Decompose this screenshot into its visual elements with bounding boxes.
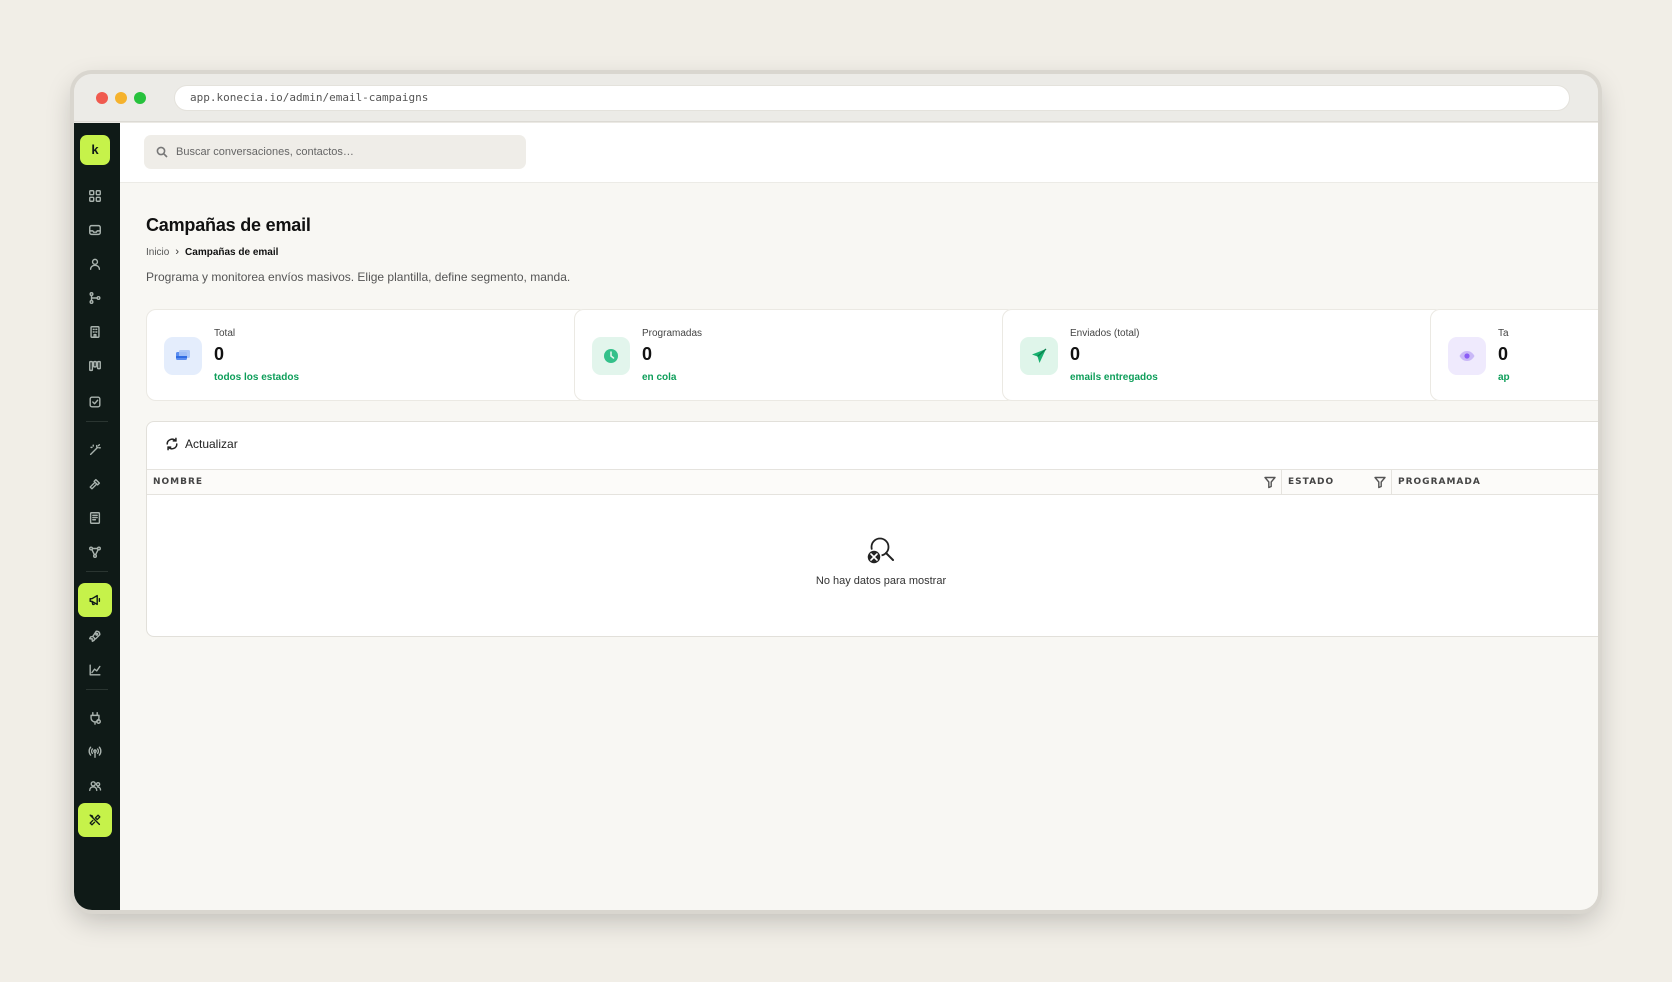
stat-card-total: Total 0 todos los estados [146,309,588,401]
refresh-icon [166,437,178,451]
check-square-icon[interactable] [80,387,110,417]
stat-sub: en cola [642,372,677,383]
campaign-icon [164,337,202,375]
stat-label: Enviados (total) [1070,328,1140,339]
column-header-nombre[interactable]: NOMBRE [153,470,203,494]
megaphone-icon[interactable] [78,583,112,617]
branch-icon[interactable] [80,283,110,313]
filter-icon[interactable] [1263,475,1277,489]
grid-icon[interactable] [80,181,110,211]
rocket-icon[interactable] [80,621,110,651]
users-icon[interactable] [80,771,110,801]
stat-label: Programadas [642,328,703,339]
close-window-button[interactable] [96,92,108,104]
browser-window: app.konecia.io/admin/email-campaigns k B… [74,74,1598,910]
campaigns-table: Actualizar NOMBRE ESTADO PROGRAMADA No h… [146,421,1598,637]
stat-value: 0 [642,344,653,364]
network-icon[interactable] [80,537,110,567]
app-shell: k Buscar conversaciones, contactos… Camp… [74,123,1598,910]
building-icon[interactable] [80,317,110,347]
breadcrumb-current: Campañas de email [185,246,279,258]
stats-cards: Total 0 todos los estados Programadas 0 … [146,309,1598,401]
page-title: Campañas de email [146,215,311,235]
column-header-programada[interactable]: PROGRAMADA [1398,470,1481,494]
app-logo[interactable]: k [80,135,110,165]
broadcast-icon[interactable] [80,737,110,767]
stat-card-programadas: Programadas 0 en cola [574,309,1016,401]
main-content: Campañas de email Inicio › Campañas de e… [146,183,1598,910]
stat-card-tasa: Ta 0 ap [1430,309,1598,401]
stat-label: Ta [1498,328,1509,339]
browser-titlebar: app.konecia.io/admin/email-campaigns [74,74,1598,122]
book-icon[interactable] [80,503,110,533]
eye-icon [1448,337,1486,375]
hammer-icon[interactable] [80,469,110,499]
magic-wand-icon[interactable] [80,435,110,465]
breadcrumb-home[interactable]: Inicio [146,247,169,258]
search-icon [156,146,168,158]
line-chart-icon[interactable] [80,655,110,685]
sidebar: k [74,123,120,910]
table-header: NOMBRE ESTADO PROGRAMADA [147,469,1598,495]
inbox-icon[interactable] [80,215,110,245]
stat-card-enviados: Enviados (total) 0 emails entregados [1002,309,1444,401]
stat-sub: emails entregados [1070,372,1158,383]
refresh-label: Actualizar [185,437,238,451]
sidebar-divider [86,571,108,572]
send-icon [1020,337,1058,375]
stat-value: 0 [214,344,225,364]
sidebar-divider [86,421,108,422]
chevron-right-icon: › [175,246,180,258]
empty-message: No hay datos para mostrar [815,575,947,587]
no-results-icon [866,537,894,565]
stat-value: 0 [1498,344,1509,364]
empty-state: No hay datos para mostrar [147,534,1598,587]
maximize-window-button[interactable] [134,92,146,104]
filter-icon[interactable] [1373,475,1387,489]
user-icon[interactable] [80,249,110,279]
kanban-icon[interactable] [80,351,110,381]
sidebar-divider [86,689,108,690]
search-input[interactable] [176,146,516,158]
search-bar[interactable] [144,135,526,169]
column-header-estado[interactable]: ESTADO [1288,470,1334,494]
refresh-button[interactable]: Actualizar [165,437,238,451]
page-subtitle: Programa y monitorea envíos masivos. Eli… [146,270,571,284]
clock-icon [592,337,630,375]
stat-sub: todos los estados [214,372,300,383]
topbar [120,123,1598,183]
stat-value: 0 [1070,344,1081,364]
stat-sub: ap [1498,372,1510,383]
plug-icon[interactable] [80,703,110,733]
breadcrumb: Inicio › Campañas de email [146,246,278,258]
address-bar[interactable]: app.konecia.io/admin/email-campaigns [174,85,1570,111]
column-divider [1391,470,1392,494]
tools-icon[interactable] [78,803,112,837]
column-divider [1281,470,1282,494]
minimize-window-button[interactable] [115,92,127,104]
stat-label: Total [214,328,236,339]
